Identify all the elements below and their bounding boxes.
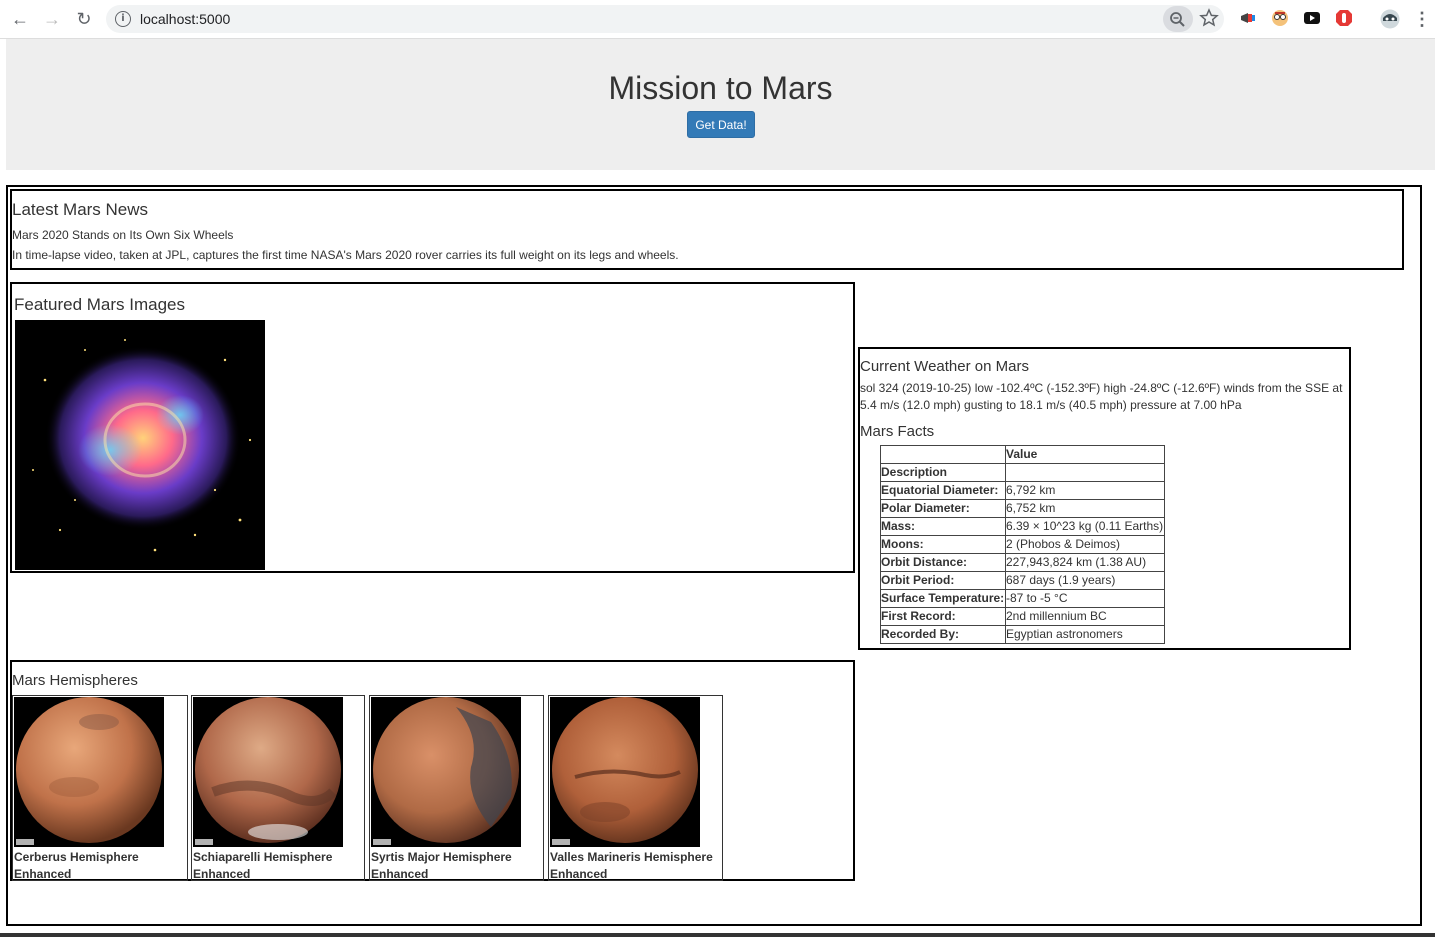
- zoom-icon[interactable]: [1163, 6, 1193, 32]
- profile-avatar-icon[interactable]: [1380, 9, 1400, 29]
- youtube-extension-icon[interactable]: [1303, 9, 1321, 27]
- fact-label: Moons:: [880, 535, 1006, 554]
- table-row: Mass: 6.39 × 10^23 kg (0.11 Earths): [880, 517, 1165, 536]
- hemisphere-card-syrtis-major[interactable]: Syrtis Major Hemisphere Enhanced: [369, 695, 544, 881]
- featured-image-section: Featured Mars Images: [10, 282, 855, 573]
- fact-value: 2 (Phobos & Deimos): [1005, 535, 1165, 554]
- hemisphere-title[interactable]: Schiaparelli Hemisphere Enhanced: [193, 849, 363, 883]
- face-extension-icon[interactable]: [1271, 9, 1289, 27]
- empty-cell: [1005, 463, 1165, 482]
- table-index-row: Description: [880, 463, 1165, 482]
- value-column-header: Value: [1005, 445, 1165, 464]
- url-text: localhost:5000: [140, 11, 231, 27]
- table-row: Moons: 2 (Phobos & Deimos): [880, 535, 1165, 554]
- fact-value: 6,752 km: [1005, 499, 1165, 518]
- fact-label: Equatorial Diameter:: [880, 481, 1006, 500]
- menu-kebab-icon[interactable]: ⋮: [1411, 8, 1433, 30]
- hemisphere-image[interactable]: [193, 697, 343, 847]
- featured-heading: Featured Mars Images: [14, 295, 186, 314]
- back-icon[interactable]: ←: [9, 8, 31, 30]
- browser-toolbar: ← → ↻ i localhost:5000 ⋮: [0, 0, 1435, 39]
- hemisphere-title[interactable]: Cerberus Hemisphere Enhanced: [14, 849, 184, 883]
- hemisphere-title[interactable]: Valles Marineris Hemisphere Enhanced: [550, 849, 720, 883]
- table-row: Polar Diameter: 6,752 km: [880, 499, 1165, 518]
- weather-report: sol 324 (2019-10-25) low -102.4ºC (-152.…: [860, 381, 1343, 412]
- fact-value: 6.39 × 10^23 kg (0.11 Earths): [1005, 517, 1165, 536]
- fact-label: Recorded By:: [880, 625, 1006, 644]
- fact-label: Orbit Distance:: [880, 553, 1006, 572]
- bookmark-star-icon[interactable]: [1199, 8, 1219, 28]
- description-index-header: Description: [880, 463, 1006, 482]
- table-row: Recorded By: Egyptian astronomers: [880, 625, 1165, 644]
- jumbotron: Mission to Mars Get Data!: [6, 39, 1435, 170]
- news-section: Latest Mars News Mars 2020 Stands on Its…: [10, 189, 1404, 270]
- hemisphere-card-cerberus[interactable]: Cerberus Hemisphere Enhanced: [12, 695, 188, 881]
- fact-label: Orbit Period:: [880, 571, 1006, 590]
- get-data-button[interactable]: Get Data!: [687, 111, 755, 138]
- hemisphere-image[interactable]: [371, 697, 521, 847]
- address-bar[interactable]: i localhost:5000: [106, 5, 1224, 33]
- page-title: Mission to Mars: [608, 70, 833, 106]
- mars-facts-table: Value Description Equatorial Diameter: 6,…: [880, 445, 1165, 644]
- fact-label: First Record:: [880, 607, 1006, 626]
- table-header-row: Value: [880, 445, 1165, 464]
- bottom-edge: [0, 933, 1435, 937]
- adblock-extension-icon[interactable]: [1335, 9, 1353, 27]
- hemispheres-section: Mars Hemispheres Cerberus Hemisphere Enh…: [10, 660, 855, 881]
- megaphone-extension-icon[interactable]: [1239, 9, 1257, 27]
- table-row: Orbit Period: 687 days (1.9 years): [880, 571, 1165, 590]
- site-info-icon[interactable]: i: [115, 11, 131, 27]
- fact-label: Mass:: [880, 517, 1006, 536]
- news-heading: Latest Mars News: [12, 200, 149, 219]
- featured-image[interactable]: [15, 320, 265, 570]
- hemisphere-card-schiaparelli[interactable]: Schiaparelli Hemisphere Enhanced: [191, 695, 365, 881]
- table-row: Surface Temperature: -87 to -5 °C: [880, 589, 1165, 608]
- forward-icon[interactable]: →: [41, 8, 63, 30]
- hemisphere-card-valles-marineris[interactable]: Valles Marineris Hemisphere Enhanced: [548, 695, 723, 881]
- weather-section: Current Weather on Mars sol 324 (2019-10…: [858, 347, 1351, 650]
- table-row: Equatorial Diameter: 6,792 km: [880, 481, 1165, 500]
- fact-value: 2nd millennium BC: [1005, 607, 1165, 626]
- fact-label: Polar Diameter:: [880, 499, 1006, 518]
- reload-icon[interactable]: ↻: [73, 8, 95, 30]
- fact-value: 6,792 km: [1005, 481, 1165, 500]
- fact-value: -87 to -5 °C: [1005, 589, 1165, 608]
- hemispheres-heading: Mars Hemispheres: [12, 672, 138, 689]
- weather-heading: Current Weather on Mars: [860, 358, 1029, 375]
- fact-value: 687 days (1.9 years): [1005, 571, 1165, 590]
- hemisphere-image[interactable]: [550, 697, 700, 847]
- table-corner-cell: [880, 445, 1006, 464]
- news-paragraph: In time-lapse video, taken at JPL, captu…: [12, 248, 679, 262]
- news-title: Mars 2020 Stands on Its Own Six Wheels: [12, 228, 234, 242]
- facts-heading: Mars Facts: [860, 423, 935, 440]
- hemisphere-image[interactable]: [14, 697, 164, 847]
- fact-label: Surface Temperature:: [880, 589, 1006, 608]
- fact-value: 227,943,824 km (1.38 AU): [1005, 553, 1165, 572]
- fact-value: Egyptian astronomers: [1005, 625, 1165, 644]
- hemisphere-title[interactable]: Syrtis Major Hemisphere Enhanced: [371, 849, 541, 883]
- table-row: First Record: 2nd millennium BC: [880, 607, 1165, 626]
- table-row: Orbit Distance: 227,943,824 km (1.38 AU): [880, 553, 1165, 572]
